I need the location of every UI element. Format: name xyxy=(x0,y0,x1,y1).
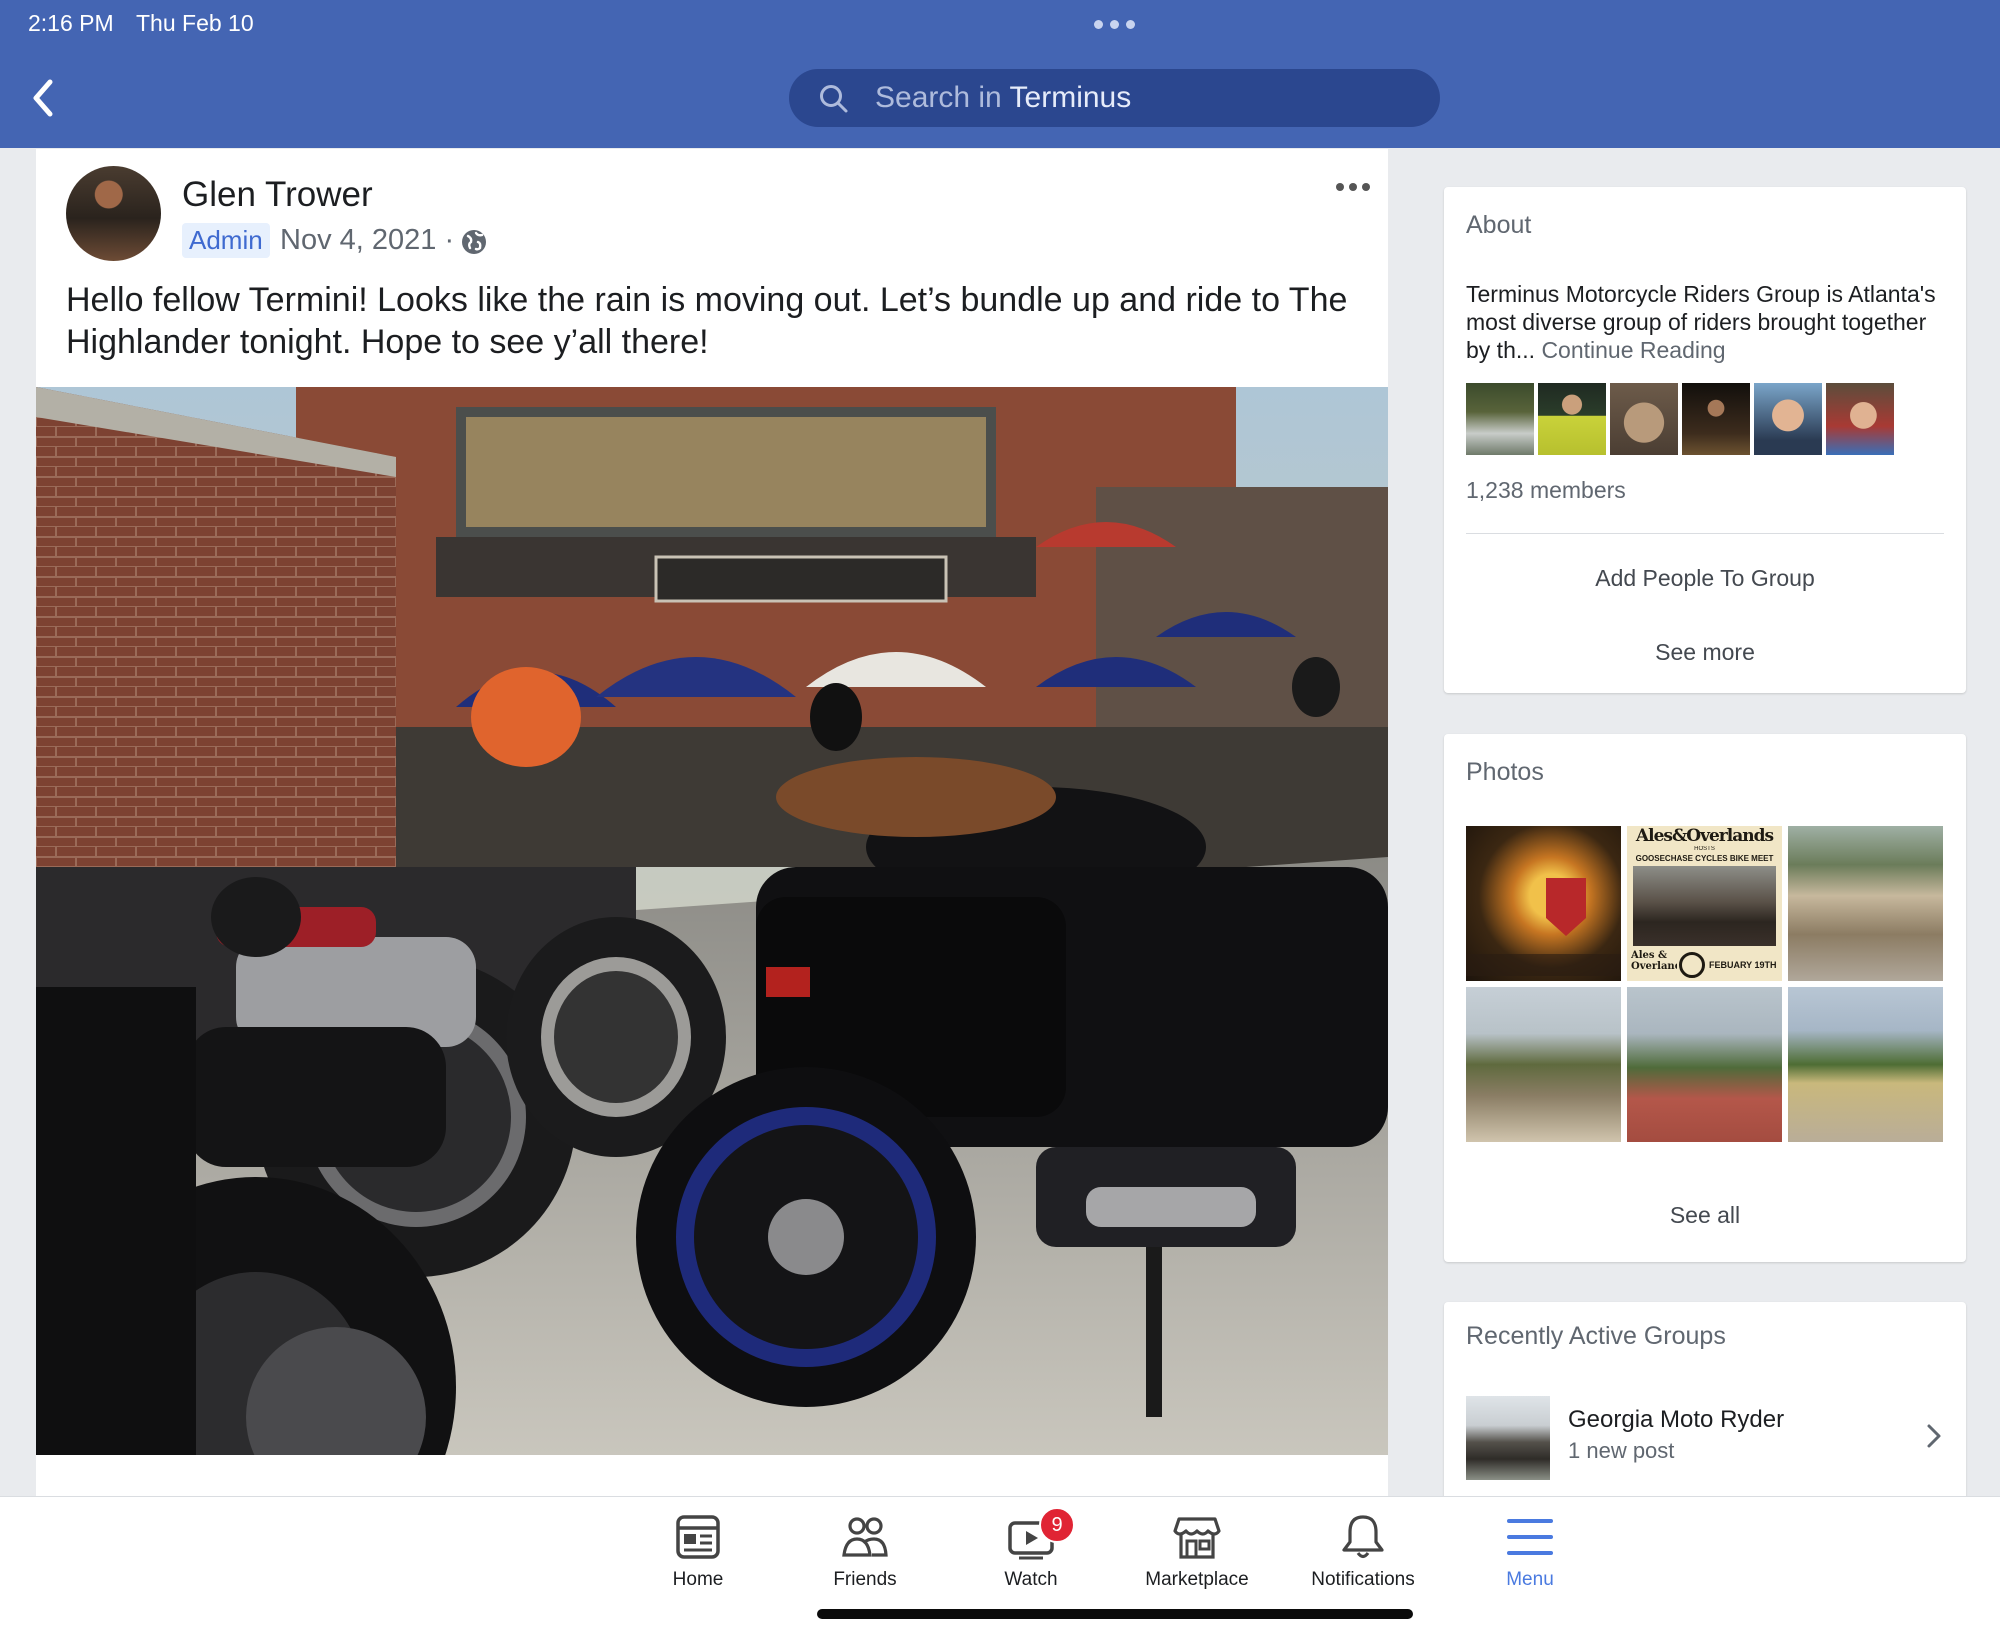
photos-title: Photos xyxy=(1466,758,1544,786)
search-placeholder: Search in Terminus xyxy=(875,81,1132,114)
bell-icon xyxy=(1342,1515,1384,1559)
photo-thumb[interactable] xyxy=(1788,987,1943,1142)
photo-thumb-terminus-logo[interactable] xyxy=(1466,826,1621,981)
poster-date: FEBUARY 19TH xyxy=(1709,960,1777,970)
tab-menu[interactable]: Menu xyxy=(1450,1497,1610,1607)
friends-icon xyxy=(842,1517,888,1557)
about-description: Terminus Motorcycle Riders Group is Atla… xyxy=(1466,281,1936,363)
see-all-photos-link[interactable]: See all xyxy=(1444,1202,1966,1229)
back-button[interactable] xyxy=(26,76,62,120)
photo-thumb[interactable] xyxy=(1788,826,1943,981)
admin-badge[interactable]: Admin xyxy=(182,223,270,258)
globe-icon xyxy=(462,230,486,254)
post-text: Hello fellow Termini! Looks like the rai… xyxy=(66,281,1348,361)
about-title: About xyxy=(1466,211,1532,239)
terminus-logo-image xyxy=(1466,878,1621,976)
recently-active-groups-card: Recently Active Groups Georgia Moto Ryde… xyxy=(1444,1302,1966,1502)
recent-groups-title: Recently Active Groups xyxy=(1466,1322,1726,1350)
tab-label: Marketplace xyxy=(1145,1569,1249,1590)
poster-hosts: HOSTS xyxy=(1694,846,1715,852)
see-more-link[interactable]: See more xyxy=(1444,639,1966,666)
member-avatar[interactable] xyxy=(1610,383,1678,455)
tab-notifications[interactable]: Notifications xyxy=(1283,1497,1443,1607)
post-author[interactable]: Glen Trower xyxy=(182,175,373,215)
continue-reading-link[interactable]: Continue Reading xyxy=(1541,337,1725,363)
group-row-georgia-moto-ryder[interactable]: Georgia Moto Ryder 1 new post xyxy=(1444,1390,1966,1480)
tab-label: Menu xyxy=(1506,1569,1554,1590)
tab-watch[interactable]: 9 Watch xyxy=(951,1497,1111,1607)
member-avatars xyxy=(1466,383,1894,455)
member-avatar[interactable] xyxy=(1754,383,1822,455)
chevron-left-icon xyxy=(33,79,53,117)
tab-home[interactable]: Home xyxy=(618,1497,778,1607)
tab-label: Notifications xyxy=(1311,1569,1415,1590)
search-icon xyxy=(820,85,848,113)
divider xyxy=(1466,533,1944,534)
tab-marketplace[interactable]: Marketplace xyxy=(1117,1497,1277,1607)
photos-card: Photos Ales&Overlands HOSTS GOOSECHASE C… xyxy=(1444,734,1966,1262)
marketplace-shop-icon xyxy=(1173,1517,1221,1559)
motorcycles-photo-illustration xyxy=(36,387,1388,1455)
home-indicator[interactable] xyxy=(817,1609,1413,1619)
tab-label: Watch xyxy=(1004,1569,1058,1590)
photo-thumb[interactable] xyxy=(1466,987,1621,1142)
group-name: Georgia Moto Ryder xyxy=(1568,1406,1785,1433)
poster-title: Ales&Overlands xyxy=(1635,826,1774,846)
watch-notification-badge: 9 xyxy=(1039,1507,1075,1543)
members-count: 1,238 members xyxy=(1466,477,1626,503)
photo-thumb-ales-overlands-poster[interactable]: Ales&Overlands HOSTS GOOSECHASE CYCLES B… xyxy=(1627,826,1782,981)
member-avatar[interactable] xyxy=(1466,383,1534,455)
home-feed-icon xyxy=(676,1515,720,1559)
chevron-right-icon xyxy=(1927,1424,1941,1448)
group-new-posts: 1 new post xyxy=(1568,1438,1675,1463)
tab-label: Friends xyxy=(833,1569,897,1590)
multitasking-dots-icon[interactable] xyxy=(1094,20,1135,29)
status-date: Thu Feb 10 xyxy=(136,10,254,36)
tab-friends[interactable]: Friends xyxy=(785,1497,945,1607)
group-thumbnail xyxy=(1466,1396,1550,1480)
member-avatar[interactable] xyxy=(1826,383,1894,455)
post-date[interactable]: Nov 4, 2021 · xyxy=(280,224,454,257)
photo-grid: Ales&Overlands HOSTS GOOSECHASE CYCLES B… xyxy=(1466,826,1944,1142)
about-card: About Terminus Motorcycle Riders Group i… xyxy=(1444,187,1966,693)
post-more-options-button[interactable] xyxy=(1332,179,1374,195)
photo-thumb[interactable] xyxy=(1627,987,1782,1142)
app-header: 2:16 PM Thu Feb 10 Search in Terminus xyxy=(0,0,2000,148)
member-avatar[interactable] xyxy=(1538,383,1606,455)
search-group-name: Terminus xyxy=(1009,81,1132,114)
author-avatar[interactable] xyxy=(66,166,161,261)
add-people-button[interactable]: Add People To Group xyxy=(1444,565,1966,592)
member-avatar[interactable] xyxy=(1682,383,1750,455)
poster-logo: Ales & Overlands xyxy=(1631,950,1677,972)
feed-post: Glen Trower Admin Nov 4, 2021 · Hello fe… xyxy=(36,149,1388,1496)
search-input[interactable]: Search in Terminus xyxy=(789,69,1440,127)
tab-label: Home xyxy=(672,1569,724,1590)
poster-photo xyxy=(1633,866,1776,946)
poster-subtitle: GOOSECHASE CYCLES BIKE MEET xyxy=(1635,854,1774,863)
status-time: 2:16 PM xyxy=(28,10,114,36)
poster-emblem-icon xyxy=(1679,952,1705,978)
post-photo-highlander-motorcycles[interactable] xyxy=(36,387,1388,1455)
hamburger-menu-icon xyxy=(1507,1519,1553,1555)
